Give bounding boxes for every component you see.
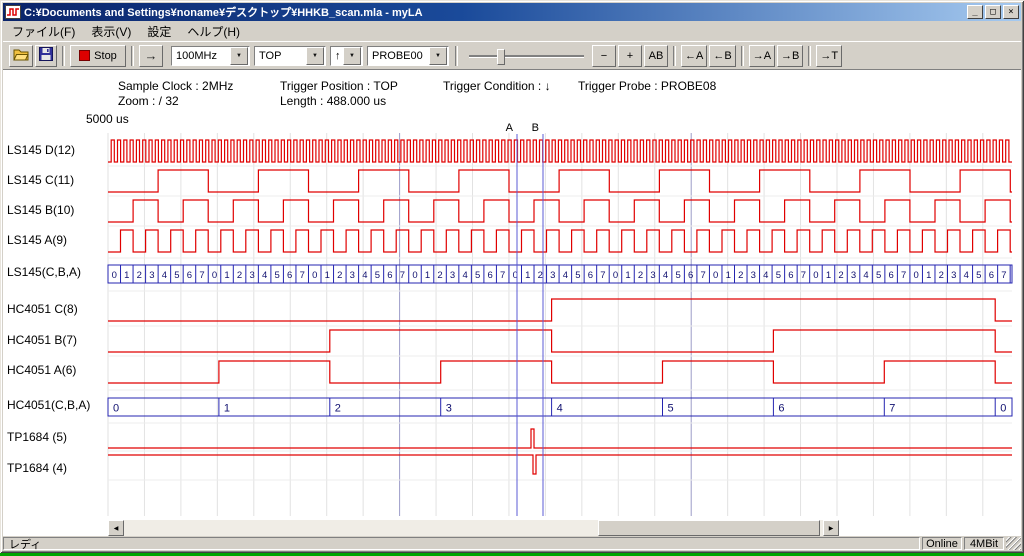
menu-help[interactable]: ヘルプ(H) (179, 21, 248, 42)
slider-track (469, 55, 584, 57)
app-icon (5, 5, 21, 19)
status-online-badge: Online (922, 537, 962, 550)
toolbar-separator (62, 46, 65, 66)
trigger-edge-value: ↑ (331, 50, 343, 62)
toolbar-separator (131, 46, 134, 66)
channel-label: HC4051 A(6) (7, 363, 76, 377)
trigger-condition-info: Trigger Condition : ↓ (443, 79, 551, 93)
maximize-button[interactable]: □ (985, 5, 1001, 19)
channel-label: TP1684 (5) (7, 430, 67, 444)
titlebar[interactable]: C:¥Documents and Settings¥noname¥デスクトップ¥… (3, 3, 1021, 21)
trigger-probe-info: Trigger Probe : PROBE08 (578, 79, 716, 93)
run-button[interactable]: → (139, 45, 163, 67)
scroll-track[interactable] (124, 520, 823, 536)
toolbar-separator (455, 46, 458, 66)
status-ready-text: レディ (9, 536, 41, 552)
toolbar: Stop → 100MHz ▼ TOP ▼ ↑ ▼ PROBE00 ▼ − + (3, 41, 1021, 70)
statusbar: レディ Online 4MBit (3, 536, 1021, 551)
channel-label: LS145 A(9) (7, 233, 67, 247)
zoom-slider[interactable] (469, 46, 584, 66)
close-button[interactable]: × (1003, 5, 1019, 19)
stop-icon (79, 50, 90, 61)
stop-label: Stop (94, 50, 117, 62)
channel-label: TP1684 (4) (7, 461, 67, 475)
goto-cursor-b-right-button[interactable]: →B (777, 45, 803, 67)
menubar: ファイル(F) 表示(V) 設定 ヘルプ(H) (3, 21, 1021, 41)
toolbar-separator (741, 46, 744, 66)
length-info: Length : 488.000 us (280, 94, 386, 108)
zoom-out-button[interactable]: − (592, 45, 616, 67)
menu-file[interactable]: ファイル(F) (4, 21, 83, 42)
time-scale-label: 5000 us (86, 112, 129, 126)
chevron-down-icon[interactable]: ▼ (306, 47, 324, 65)
save-button[interactable] (35, 45, 57, 67)
trigger-edge-select[interactable]: ↑ ▼ (330, 46, 363, 66)
trigger-probe-value: PROBE00 (368, 50, 429, 62)
trigger-probe-select[interactable]: PROBE00 ▼ (367, 46, 449, 66)
goto-cursor-b-left-button[interactable]: ←B (709, 45, 735, 67)
resize-grip[interactable] (1006, 537, 1021, 550)
status-message: レディ (3, 537, 920, 550)
trigger-position-value: TOP (255, 50, 306, 62)
horizontal-scrollbar[interactable]: ◀ ▶ (108, 520, 839, 536)
scroll-thumb[interactable] (598, 520, 820, 536)
slider-thumb[interactable] (497, 49, 505, 65)
goto-cursor-a-left-button[interactable]: ←A (681, 45, 707, 67)
minimize-button[interactable]: _ (967, 5, 983, 19)
waveform-content-area (3, 70, 1021, 537)
trigger-position-select[interactable]: TOP ▼ (254, 46, 326, 66)
zoom-in-button[interactable]: + (618, 45, 642, 67)
trigger-position-info: Trigger Position : TOP (280, 79, 398, 93)
scroll-left-button[interactable]: ◀ (108, 520, 124, 536)
open-file-button[interactable] (9, 45, 33, 67)
status-memory-badge: 4MBit (964, 537, 1004, 550)
floppy-disk-icon (39, 47, 53, 64)
goto-cursor-a-right-button[interactable]: →A (749, 45, 775, 67)
window-title: C:¥Documents and Settings¥noname¥デスクトップ¥… (24, 4, 965, 20)
channel-label: LS145(C,B,A) (7, 265, 81, 279)
chevron-down-icon[interactable]: ▼ (343, 47, 361, 65)
run-arrow-icon: → (145, 48, 158, 63)
channel-label: LS145 B(10) (7, 203, 74, 217)
menu-view[interactable]: 表示(V) (83, 21, 139, 42)
folder-open-icon (13, 48, 29, 64)
stop-button[interactable]: Stop (70, 45, 126, 67)
channel-label: LS145 C(11) (7, 173, 74, 187)
scroll-right-button[interactable]: ▶ (823, 520, 839, 536)
toolbar-separator (673, 46, 676, 66)
channel-label: HC4051 C(8) (7, 302, 78, 316)
toolbar-separator (808, 46, 811, 66)
zoom-info: Zoom : / 32 (118, 94, 179, 108)
menu-settings[interactable]: 設定 (139, 21, 179, 42)
cursor-ab-button[interactable]: AB (644, 45, 668, 67)
sample-clock-info: Sample Clock : 2MHz (118, 79, 233, 93)
sample-clock-value: 100MHz (172, 50, 230, 62)
channel-label: LS145 D(12) (7, 143, 75, 157)
chevron-down-icon[interactable]: ▼ (429, 47, 447, 65)
app-window: C:¥Documents and Settings¥noname¥デスクトップ¥… (0, 0, 1024, 553)
channel-label: HC4051 B(7) (7, 333, 77, 347)
sample-clock-select[interactable]: 100MHz ▼ (171, 46, 250, 66)
channel-label: HC4051(C,B,A) (7, 398, 90, 412)
chevron-down-icon[interactable]: ▼ (230, 47, 248, 65)
goto-trigger-button[interactable]: →T (816, 45, 842, 67)
